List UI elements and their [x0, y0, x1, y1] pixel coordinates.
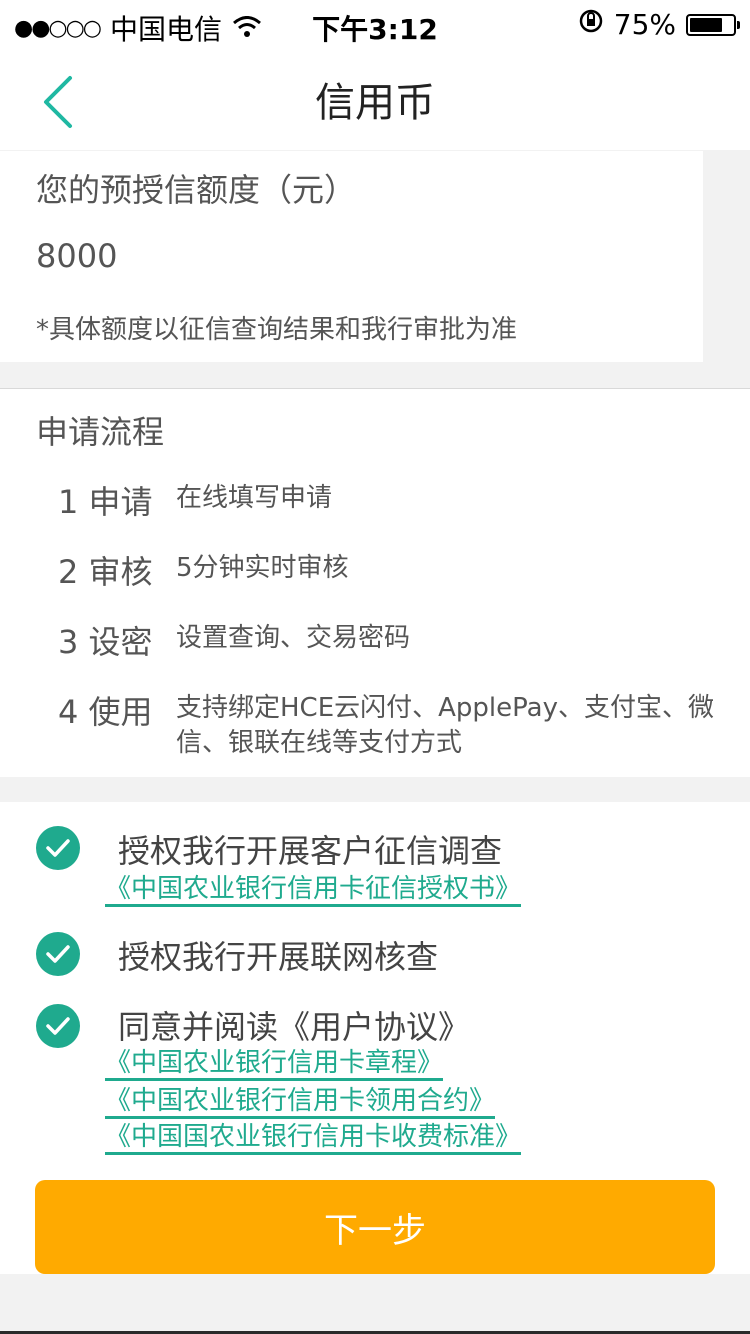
- step-number: 4 使用: [58, 693, 153, 731]
- agreement-section: 授权我行开展客户征信调查 《中国农业银行信用卡征信授权书》 授权我行开展联网核查…: [0, 802, 750, 1158]
- checkmark-icon: [46, 945, 70, 963]
- quota-label: 您的预授信额度（元）: [36, 171, 357, 209]
- step-number: 3 设密: [58, 623, 153, 661]
- step-description: 设置查询、交易密码: [176, 623, 411, 653]
- checkmark-icon: [46, 1017, 70, 1035]
- process-title: 申请流程: [36, 413, 165, 451]
- status-right: 75%: [578, 8, 740, 41]
- status-bar: ●●○○○ 中国电信 下午3:12 75%: [0, 0, 750, 50]
- credit-authorization-link[interactable]: 《中国农业银行信用卡征信授权书》: [105, 874, 522, 907]
- battery-icon: [686, 13, 740, 36]
- page-title: 信用币: [315, 80, 435, 126]
- agreement-text: 授权我行开展联网核查: [118, 938, 439, 976]
- fee-standard-link[interactable]: 《中国国农业银行信用卡收费标准》: [105, 1122, 522, 1155]
- agreement-text: 授权我行开展客户征信调查: [118, 832, 503, 870]
- checkmark-icon: [46, 839, 70, 857]
- quota-side-strip: [703, 151, 750, 362]
- step-number: 1 申请: [58, 483, 153, 521]
- quota-note: *具体额度以征信查询结果和我行审批为准: [36, 315, 518, 345]
- card-charter-link[interactable]: 《中国农业银行信用卡章程》: [105, 1048, 444, 1081]
- agree-checkbox[interactable]: [36, 932, 80, 976]
- next-step-button[interactable]: 下一步: [35, 1180, 715, 1274]
- step-description: 支持绑定HCE云闪付、ApplePay、支付宝、微信、银联在线等支付方式: [176, 693, 714, 758]
- agreement-text: 同意并阅读《用户协议》: [118, 1008, 471, 1046]
- step-description: 5分钟实时审核: [176, 553, 349, 583]
- agree-checkbox[interactable]: [36, 1004, 80, 1048]
- process-section: 申请流程 1 申请 在线填写申请 2 审核 5分钟实时审核 3 设密 设置查询、…: [0, 388, 750, 777]
- quota-amount: 8000: [36, 237, 118, 275]
- card-contract-link[interactable]: 《中国农业银行信用卡领用合约》: [105, 1086, 496, 1119]
- battery-percent: 75%: [613, 8, 676, 41]
- orientation-lock-icon: [578, 8, 604, 41]
- quota-card: 您的预授信额度（元） 8000 *具体额度以征信查询结果和我行审批为准: [0, 151, 703, 362]
- step-description: 在线填写申请: [176, 483, 333, 513]
- agree-checkbox[interactable]: [36, 826, 80, 870]
- nav-bar: 信用币: [0, 50, 750, 150]
- step-number: 2 审核: [58, 553, 153, 591]
- battery-fill: [690, 17, 722, 32]
